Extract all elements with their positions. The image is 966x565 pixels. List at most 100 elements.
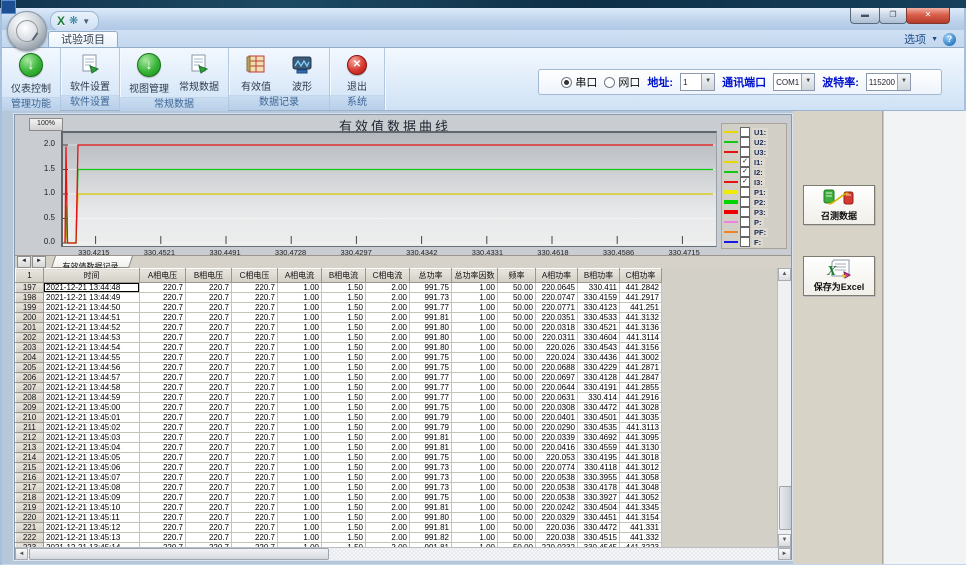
cell-value[interactable]: 2.00 xyxy=(366,293,410,303)
cell-value[interactable]: 1.50 xyxy=(322,283,366,293)
cell-value[interactable]: 220.0774 xyxy=(536,463,578,473)
cell-value[interactable]: 220.7 xyxy=(140,383,186,393)
cell-value[interactable]: 1.00 xyxy=(278,443,322,453)
row-number[interactable]: 219 xyxy=(16,503,44,513)
row-number[interactable]: 222 xyxy=(16,533,44,543)
excel-icon[interactable]: X xyxy=(57,15,65,27)
cell-value[interactable]: 1.00 xyxy=(452,363,498,373)
cell-value[interactable]: 441.3095 xyxy=(620,433,662,443)
legend-checkbox[interactable] xyxy=(740,147,750,157)
cell-time[interactable]: 2021-12-21 13:44:57 xyxy=(44,373,140,383)
cell-value[interactable]: 1.50 xyxy=(322,323,366,333)
cell-value[interactable]: 1.00 xyxy=(452,373,498,383)
cell-value[interactable]: 220.7 xyxy=(232,323,278,333)
cell-value[interactable]: 330.4472 xyxy=(578,523,620,533)
cell-value[interactable]: 220.7 xyxy=(140,313,186,323)
legend-checkbox[interactable] xyxy=(740,237,750,247)
cell-value[interactable]: 441.3113 xyxy=(620,423,662,433)
cell-value[interactable]: 220.7 xyxy=(140,333,186,343)
cell-value[interactable]: 991.77 xyxy=(410,393,452,403)
cell-value[interactable]: 220.0538 xyxy=(536,493,578,503)
cell-value[interactable]: 220.036 xyxy=(536,523,578,533)
column-header[interactable]: 总功率 xyxy=(410,269,452,283)
column-header[interactable]: B相功率 xyxy=(578,269,620,283)
cell-value[interactable]: 220.7 xyxy=(232,313,278,323)
comm-port-dropdown[interactable]: COM1 ▼ xyxy=(773,73,815,91)
cell-value[interactable]: 991.80 xyxy=(410,323,452,333)
cell-value[interactable]: 1.50 xyxy=(322,513,366,523)
cell-value[interactable]: 1.00 xyxy=(278,433,322,443)
cell-value[interactable]: 1.00 xyxy=(452,533,498,543)
fetch-data-button[interactable]: 召测数据 xyxy=(803,185,875,225)
exit-button[interactable]: 退出 xyxy=(335,51,379,95)
cell-value[interactable]: 991.77 xyxy=(410,303,452,313)
cell-value[interactable]: 330.4692 xyxy=(578,433,620,443)
cell-value[interactable]: 220.7 xyxy=(232,373,278,383)
cell-value[interactable]: 50.00 xyxy=(498,433,536,443)
cell-value[interactable]: 330.4159 xyxy=(578,293,620,303)
instrument-control-button[interactable]: 仪表控制 xyxy=(7,51,55,97)
column-header[interactable]: C相电流 xyxy=(366,269,410,283)
cell-value[interactable]: 2.00 xyxy=(366,473,410,483)
cell-value[interactable]: 330.4178 xyxy=(578,483,620,493)
cell-value[interactable]: 1.00 xyxy=(278,333,322,343)
row-number[interactable]: 203 xyxy=(16,343,44,353)
cell-value[interactable]: 220.7 xyxy=(232,423,278,433)
cell-value[interactable]: 220.7 xyxy=(186,333,232,343)
cell-value[interactable]: 220.0538 xyxy=(536,473,578,483)
scrollbar-thumb[interactable] xyxy=(29,548,329,560)
cell-time[interactable]: 2021-12-21 13:45:13 xyxy=(44,533,140,543)
cell-value[interactable]: 220.7 xyxy=(232,293,278,303)
cell-value[interactable]: 50.00 xyxy=(498,403,536,413)
cell-value[interactable]: 220.7 xyxy=(140,423,186,433)
cell-value[interactable]: 50.00 xyxy=(498,353,536,363)
cell-value[interactable]: 991.77 xyxy=(410,383,452,393)
cell-value[interactable]: 1.00 xyxy=(452,293,498,303)
cell-value[interactable]: 1.00 xyxy=(278,353,322,363)
row-number[interactable]: 221 xyxy=(16,523,44,533)
cell-value[interactable]: 1.50 xyxy=(322,303,366,313)
cell-value[interactable]: 220.7 xyxy=(140,323,186,333)
cell-value[interactable]: 220.0697 xyxy=(536,373,578,383)
cell-value[interactable]: 1.00 xyxy=(278,493,322,503)
cell-value[interactable]: 50.00 xyxy=(498,343,536,353)
cell-value[interactable]: 441.3048 xyxy=(620,483,662,493)
application-menu-button[interactable] xyxy=(7,11,47,51)
cell-value[interactable]: 220.7 xyxy=(232,523,278,533)
cell-value[interactable]: 2.00 xyxy=(366,283,410,293)
cell-value[interactable]: 991.73 xyxy=(410,483,452,493)
row-number[interactable]: 205 xyxy=(16,363,44,373)
cell-value[interactable]: 1.00 xyxy=(278,503,322,513)
cell-value[interactable]: 2.00 xyxy=(366,323,410,333)
cell-value[interactable]: 1.50 xyxy=(322,483,366,493)
cell-value[interactable]: 1.00 xyxy=(452,403,498,413)
row-number[interactable]: 212 xyxy=(16,433,44,443)
cell-value[interactable]: 330.4504 xyxy=(578,503,620,513)
cell-value[interactable]: 1.50 xyxy=(322,403,366,413)
cell-value[interactable]: 220.7 xyxy=(232,503,278,513)
row-number[interactable]: 218 xyxy=(16,493,44,503)
cell-time[interactable]: 2021-12-21 13:44:49 xyxy=(44,293,140,303)
cell-value[interactable]: 220.0311 xyxy=(536,333,578,343)
cell-value[interactable]: 1.00 xyxy=(278,413,322,423)
cell-time[interactable]: 2021-12-21 13:45:11 xyxy=(44,513,140,523)
cell-value[interactable]: 991.73 xyxy=(410,463,452,473)
cell-value[interactable]: 441.251 xyxy=(620,303,662,313)
zoom-100-button[interactable]: 100% xyxy=(29,118,63,131)
cell-value[interactable]: 1.00 xyxy=(278,343,322,353)
cell-value[interactable]: 2.00 xyxy=(366,403,410,413)
cell-value[interactable]: 50.00 xyxy=(498,473,536,483)
cell-value[interactable]: 330.4123 xyxy=(578,303,620,313)
cell-value[interactable]: 220.7 xyxy=(140,523,186,533)
cell-value[interactable]: 220.7 xyxy=(186,523,232,533)
cell-value[interactable]: 1.00 xyxy=(452,343,498,353)
row-number[interactable]: 214 xyxy=(16,453,44,463)
cell-value[interactable]: 220.7 xyxy=(140,433,186,443)
row-number[interactable]: 197 xyxy=(16,283,44,293)
cell-value[interactable]: 991.79 xyxy=(410,423,452,433)
cell-value[interactable]: 220.7 xyxy=(140,463,186,473)
cell-value[interactable]: 220.7 xyxy=(186,353,232,363)
cell-value[interactable]: 220.7 xyxy=(232,433,278,443)
sheet-tab-rms-record[interactable]: 有效值数据记录 xyxy=(51,256,133,268)
cell-value[interactable]: 1.00 xyxy=(452,493,498,503)
